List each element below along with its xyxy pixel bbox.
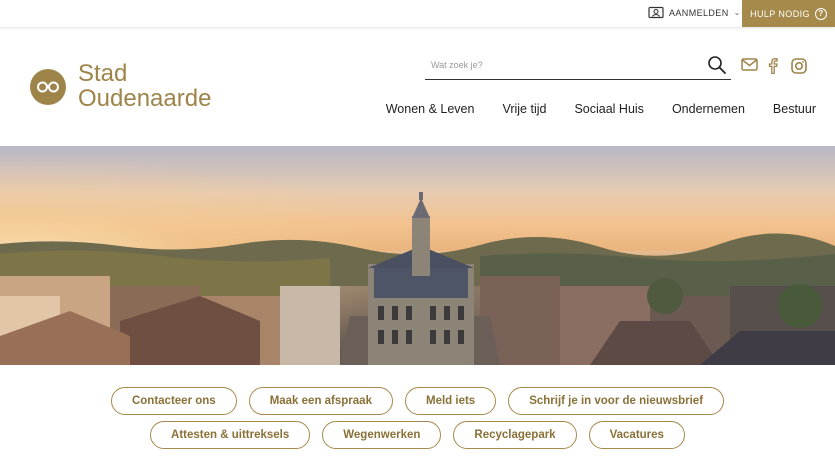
quicklink-attesten[interactable]: Attesten & uittreksels (150, 421, 311, 449)
quicklink-contacteer-ons[interactable]: Contacteer ons (110, 387, 237, 415)
logo-line-2: Oudenaarde (78, 85, 212, 112)
quicklinks-row-2: Attesten & uittreksels Wegenwerken Recyc… (0, 421, 835, 449)
nav-item-sociaal-huis[interactable]: Sociaal Huis (574, 102, 643, 116)
town-panorama-illustration (0, 146, 835, 365)
nav-item-vrije-tijd[interactable]: Vrije tijd (502, 102, 546, 116)
help-label: HULP NODIG (750, 8, 810, 19)
logo-mark-icon (30, 68, 66, 105)
utility-bar: AANMELDEN ⌄ HULP NODIG ? (0, 0, 835, 27)
chevron-down-icon: ⌄ (733, 8, 741, 17)
search-icon[interactable] (707, 55, 727, 80)
mail-icon[interactable] (741, 58, 758, 71)
quicklink-vacatures[interactable]: Vacatures (588, 421, 685, 449)
logo-line-1: Stad (78, 60, 128, 87)
nav-item-bestuur[interactable]: Bestuur (773, 102, 816, 116)
quicklink-maak-een-afspraak[interactable]: Maak een afspraak (248, 387, 393, 415)
question-icon: ? (814, 7, 827, 20)
nav-item-wonen-leven[interactable]: Wonen & Leven (386, 102, 475, 116)
id-card-icon (648, 6, 664, 19)
facebook-icon[interactable] (767, 58, 779, 74)
nav-item-ondernemen[interactable]: Ondernemen (672, 102, 745, 116)
quicklink-meld-iets[interactable]: Meld iets (404, 387, 497, 415)
quicklinks-row-1: Contacteer ons Maak een afspraak Meld ie… (0, 387, 835, 415)
quicklink-wegenwerken[interactable]: Wegenwerken (322, 421, 442, 449)
quicklink-recyclagepark[interactable]: Recyclagepark (453, 421, 577, 449)
search-input[interactable] (425, 54, 695, 76)
search-bar (425, 54, 731, 80)
quicklink-nieuwsbrief[interactable]: Schrijf je in voor de nieuwsbrief (508, 387, 725, 415)
hero-image (0, 146, 835, 365)
instagram-icon[interactable] (791, 58, 807, 74)
site-logo[interactable]: Stad Oudenaarde (30, 62, 211, 111)
logo-wordmark: Stad Oudenaarde (78, 62, 211, 111)
login-button[interactable]: AANMELDEN ⌄ (648, 6, 741, 19)
main-nav: Wonen & Leven Vrije tijd Sociaal Huis On… (358, 102, 816, 116)
help-button[interactable]: HULP NODIG ? (742, 0, 835, 27)
login-label: AANMELDEN (669, 7, 729, 18)
